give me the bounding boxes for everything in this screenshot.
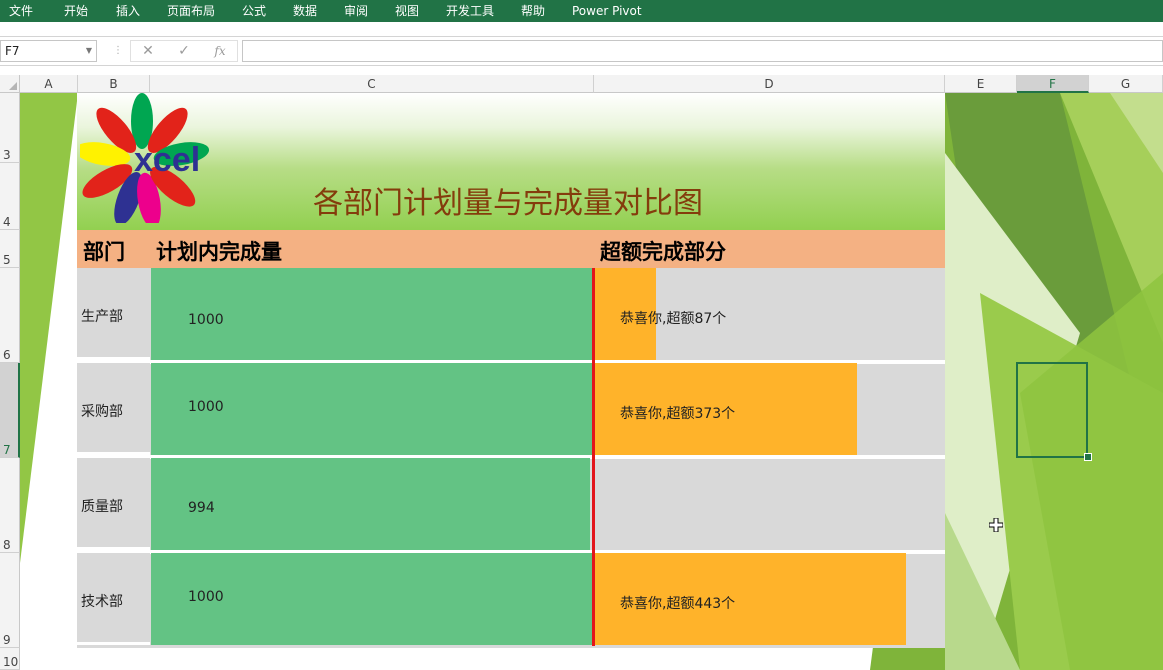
row-number: 4	[3, 215, 11, 229]
tab-insert[interactable]: 插入	[116, 0, 140, 22]
tab-file[interactable]: 文件	[9, 0, 33, 22]
header-dept-label: 部门	[83, 240, 125, 264]
formula-bar: F7 ▼ ⋮ ✕ ✓ fx	[0, 36, 1163, 66]
column-header-a[interactable]: A	[20, 75, 78, 93]
plan-value-label: 1000	[188, 312, 224, 328]
column-header-b[interactable]: B	[78, 75, 150, 93]
plan-value-label: 1000	[188, 589, 224, 605]
cancel-icon[interactable]: ✕	[138, 41, 158, 61]
dept-label: 技术部	[81, 594, 123, 610]
row-number: 6	[3, 348, 11, 362]
extra-value-label: 恭喜你,超额87个	[620, 311, 727, 327]
select-all-corner[interactable]	[0, 75, 20, 93]
column-header-g[interactable]: G	[1089, 75, 1163, 93]
header-plan: 计划内完成量	[150, 230, 594, 268]
row-header-8[interactable]: 8	[0, 458, 20, 553]
dept-cell: 技术部	[77, 553, 150, 645]
extra-value-label: 恭喜你,超额443个	[620, 596, 736, 612]
dept-label: 采购部	[81, 404, 123, 420]
chart-title: 各部门计划量与完成量对比图	[313, 186, 703, 221]
row-number: 3	[3, 148, 11, 162]
tab-help[interactable]: 帮助	[521, 0, 545, 22]
row-number: 8	[3, 538, 11, 552]
ribbon-tabs: 文件 开始 插入 页面布局 公式 数据 审阅 视图 开发工具 帮助 Power …	[0, 0, 1163, 22]
tab-home[interactable]: 开始	[64, 0, 88, 22]
row-header-6[interactable]: 6	[0, 268, 20, 363]
insert-function-icon[interactable]: fx	[210, 41, 230, 61]
row-header-3[interactable]: 3	[0, 93, 20, 163]
logo-text: xcel	[134, 141, 200, 179]
tab-developer[interactable]: 开发工具	[446, 0, 494, 22]
row-number: 10	[3, 655, 19, 669]
column-header-e[interactable]: E	[945, 75, 1017, 93]
row-header-9[interactable]: 9	[0, 553, 20, 648]
dept-cell: 生产部	[77, 268, 150, 360]
row-header-7[interactable]: 7	[0, 363, 20, 458]
dept-cell: 采购部	[77, 363, 150, 455]
tab-view[interactable]: 视图	[395, 0, 419, 22]
row-number: 7	[3, 443, 11, 457]
row-number: 9	[3, 633, 11, 647]
dept-label: 生产部	[81, 309, 123, 325]
dept-label: 质量部	[81, 499, 123, 515]
dept-cell: 质量部	[77, 458, 150, 550]
header-extra-label: 超额完成部分	[600, 240, 726, 264]
chevron-down-icon[interactable]: ▼	[86, 41, 92, 61]
cell-cursor-icon	[989, 518, 1003, 532]
header-extra: 超额完成部分	[594, 230, 945, 268]
formula-input[interactable]	[242, 40, 1163, 62]
plan-bar: 994	[151, 458, 591, 550]
row-number: 5	[3, 253, 11, 267]
tab-data[interactable]: 数据	[293, 0, 317, 22]
enter-icon[interactable]: ✓	[174, 41, 194, 61]
fill-handle[interactable]	[1084, 453, 1092, 461]
target-line	[592, 268, 595, 646]
column-header-f[interactable]: F	[1017, 75, 1089, 93]
name-box-value: F7	[5, 44, 20, 58]
plan-bar: 1000	[151, 268, 593, 360]
plan-value-label: 994	[188, 500, 215, 516]
tab-review[interactable]: 审阅	[344, 0, 368, 22]
header-plan-label: 计划内完成量	[156, 240, 282, 264]
selected-cell-f7[interactable]	[1016, 362, 1088, 458]
extra-value-label: 恭喜你,超额373个	[620, 406, 736, 422]
more-icon: ⋮	[113, 45, 123, 56]
plan-bar: 1000	[151, 363, 593, 455]
plan-value-label: 1000	[188, 399, 224, 415]
column-header-c[interactable]: C	[150, 75, 594, 93]
column-header-d[interactable]: D	[594, 75, 945, 93]
row-header-10[interactable]: 10	[0, 648, 20, 670]
tab-formulas[interactable]: 公式	[242, 0, 266, 22]
row-header-4[interactable]: 4	[0, 163, 20, 230]
row-header-5[interactable]: 5	[0, 230, 20, 268]
name-box[interactable]: F7 ▼	[0, 40, 97, 62]
plan-bar: 1000	[151, 553, 593, 645]
tab-power-pivot[interactable]: Power Pivot	[572, 0, 642, 22]
header-dept: 部门	[77, 230, 150, 268]
tab-page-layout[interactable]: 页面布局	[167, 0, 215, 22]
